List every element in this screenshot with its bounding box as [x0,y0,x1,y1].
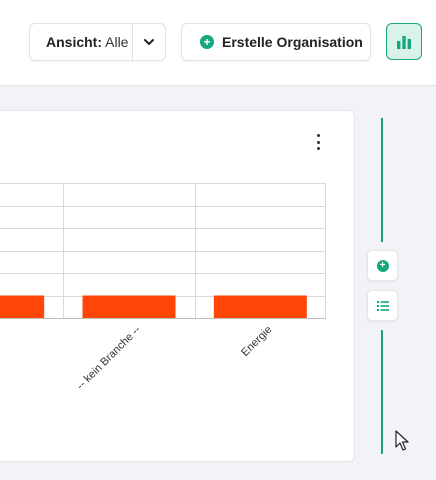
rail-list-button[interactable] [367,290,398,321]
chart-bar [213,295,307,318]
rail-line-top [381,118,383,242]
mouse-pointer-icon [395,430,409,451]
chart-bar [82,295,176,318]
list-icon [376,300,389,311]
branch-bar-chart: -- kein Branche -- Energie [0,183,326,392]
rail-line-bottom [381,330,383,454]
plus-circle-icon: + [376,259,389,272]
rail-add-button[interactable]: + [367,250,398,281]
x-tick-label: -- kein Branche -- [75,323,144,392]
kebab-menu-icon[interactable] [314,134,322,150]
chart-bar [0,295,45,318]
x-tick-label: Energie [239,324,274,359]
